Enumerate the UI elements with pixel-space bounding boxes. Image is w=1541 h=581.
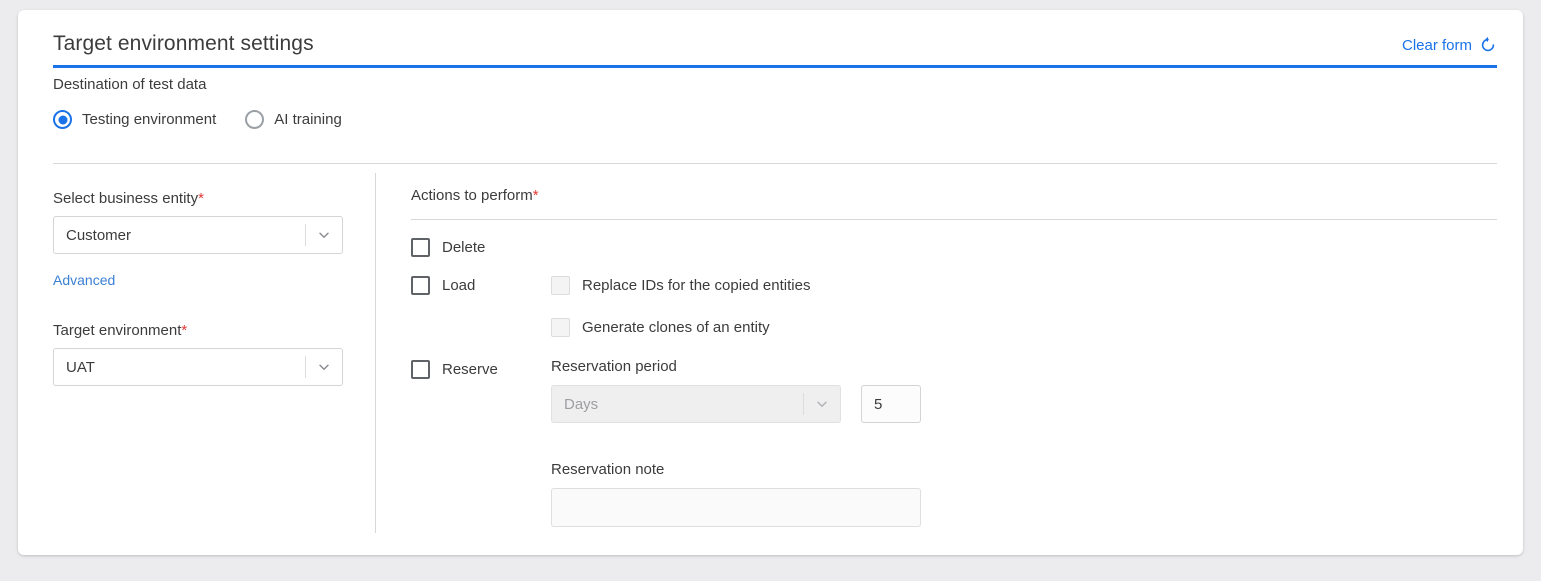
business-entity-required-marker: * (198, 190, 204, 207)
actions-title-text: Actions to perform (411, 187, 533, 204)
reservation-period-label: Reservation period (551, 358, 921, 375)
action-row-reserve: Reserve Reservation period Days Reservat… (411, 358, 1497, 527)
clear-form-label: Clear form (1402, 37, 1472, 54)
reservation-period-amount-input[interactable] (861, 385, 921, 423)
chevron-down-icon[interactable] (306, 228, 342, 242)
radio-option-testing-environment[interactable]: Testing environment (53, 110, 216, 129)
destination-label: Destination of test data (53, 76, 206, 93)
radio-label-ai-training: AI training (274, 111, 342, 128)
target-environment-label-text: Target environment (53, 322, 181, 339)
right-column: Actions to perform* Delete Load Replace … (411, 187, 1497, 527)
actions-divider (411, 219, 1497, 220)
reset-icon (1479, 36, 1497, 54)
reservation-period-unit-select[interactable]: Days (551, 385, 841, 423)
radio-option-ai-training[interactable]: AI training (245, 110, 342, 129)
clear-form-button[interactable]: Clear form (1402, 36, 1497, 54)
business-entity-label-text: Select business entity (53, 190, 198, 207)
target-environment-select[interactable]: UAT (53, 348, 343, 386)
checkbox-label-load: Load (442, 277, 475, 294)
card-header: Target environment settings Clear form (53, 22, 1497, 68)
checkbox-replace-ids[interactable]: Replace IDs for the copied entities (551, 276, 810, 295)
column-divider (375, 173, 376, 533)
checkbox-indicator-generate-clones[interactable] (551, 318, 570, 337)
target-environment-required-marker: * (181, 322, 187, 339)
reservation-period-group: Reservation period Days Reservation note (551, 358, 921, 527)
action-row-delete: Delete (411, 238, 1497, 257)
reservation-note-label: Reservation note (551, 461, 921, 478)
business-entity-label: Select business entity* (53, 190, 345, 207)
business-entity-select[interactable]: Customer (53, 216, 343, 254)
checkbox-load[interactable]: Load (411, 276, 551, 295)
checkbox-label-delete: Delete (442, 239, 485, 256)
action-row-load: Load Replace IDs for the copied entities (411, 276, 1497, 295)
section-divider (53, 163, 1497, 164)
business-entity-value: Customer (54, 227, 305, 244)
header-accent-rule (53, 65, 1497, 68)
actions-title: Actions to perform* (411, 187, 1497, 204)
reservation-note-input[interactable] (551, 488, 921, 527)
action-row-generate-clones: Generate clones of an entity (411, 318, 1497, 337)
checkbox-indicator-replace-ids[interactable] (551, 276, 570, 295)
left-column: Select business entity* Customer Advance… (53, 190, 345, 386)
radio-indicator-ai-training[interactable] (245, 110, 264, 129)
checkbox-label-reserve: Reserve (442, 361, 498, 378)
chevron-down-icon[interactable] (306, 360, 342, 374)
target-environment-label: Target environment* (53, 322, 345, 339)
reservation-period-unit-value: Days (552, 396, 803, 413)
chevron-down-icon[interactable] (804, 397, 840, 411)
checkbox-generate-clones[interactable]: Generate clones of an entity (551, 318, 770, 337)
checkbox-label-generate-clones: Generate clones of an entity (582, 319, 770, 336)
target-environment-value: UAT (54, 359, 305, 376)
checkbox-reserve[interactable]: Reserve (411, 358, 551, 379)
destination-radio-group: Testing environment AI training (53, 110, 342, 129)
advanced-link[interactable]: Advanced (53, 272, 115, 288)
settings-card: Target environment settings Clear form D… (18, 10, 1523, 555)
reservation-period-controls: Days (551, 385, 921, 423)
checkbox-indicator-delete[interactable] (411, 238, 430, 257)
actions-required-marker: * (533, 187, 539, 204)
checkbox-delete[interactable]: Delete (411, 238, 551, 257)
checkbox-indicator-load[interactable] (411, 276, 430, 295)
radio-indicator-testing-environment[interactable] (53, 110, 72, 129)
checkbox-indicator-reserve[interactable] (411, 360, 430, 379)
radio-label-testing-environment: Testing environment (82, 111, 216, 128)
page-title: Target environment settings (53, 32, 314, 56)
checkbox-label-replace-ids: Replace IDs for the copied entities (582, 277, 810, 294)
